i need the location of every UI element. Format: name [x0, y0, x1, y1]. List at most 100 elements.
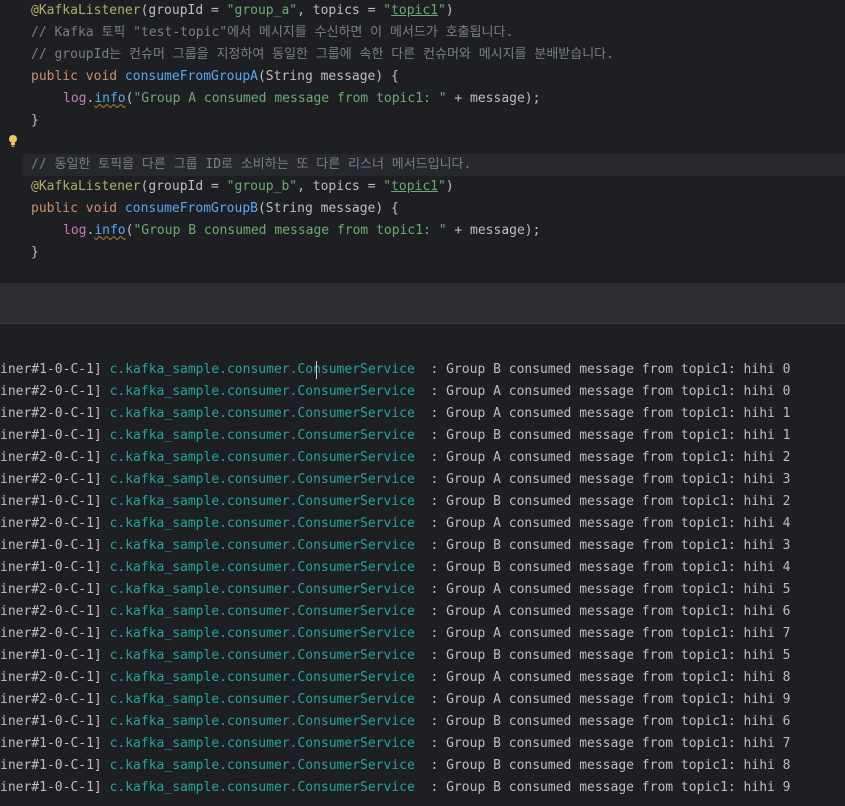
log-thread: iner#1-0-C-1] — [0, 560, 102, 575]
method-name[interactable]: consumeFromGroupB — [125, 201, 258, 216]
log-message: : Group B consumed message from topic1: … — [422, 780, 791, 795]
log-row: iner#1-0-C-1] c.kafka_sample.consumer.Co… — [0, 557, 791, 579]
panel-divider — [0, 283, 845, 323]
topic-link[interactable]: topic1 — [391, 179, 438, 194]
string-literal: " — [438, 179, 446, 194]
log-logger[interactable]: c.kafka_sample.consumer.ConsumerService — [110, 780, 415, 795]
log-message: : Group A consumed message from topic1: … — [422, 626, 791, 641]
log-thread: iner#2-0-C-1] — [0, 692, 102, 707]
log-thread: iner#1-0-C-1] — [0, 780, 102, 795]
string-literal: "Group B consumed message from topic1: " — [133, 223, 447, 238]
log-thread: iner#2-0-C-1] — [0, 406, 102, 421]
log-thread: iner#2-0-C-1] — [0, 626, 102, 641]
log-logger[interactable]: c.kafka_sample.consumer.ConsumerService — [110, 384, 415, 399]
log-row: iner#1-0-C-1] c.kafka_sample.consumer.Co… — [0, 425, 791, 447]
code-brace: } — [31, 245, 39, 260]
method-name[interactable]: consumeFromGroupA — [125, 69, 258, 84]
code-text: + message); — [446, 91, 541, 106]
string-literal: "group_b" — [226, 179, 298, 194]
code-line-4: public void consumeFromGroupA(String mes… — [31, 66, 399, 88]
code-comment: // 동일한 토픽을 다른 그룹 ID로 소비하는 또 다른 리스너 메서드입니… — [31, 157, 472, 172]
log-logger[interactable]: c.kafka_sample.consumer.ConsumerService — [110, 736, 415, 751]
log-logger[interactable]: c.kafka_sample.consumer.ConsumerService — [110, 626, 415, 641]
log-thread: iner#1-0-C-1] — [0, 428, 102, 443]
lightbulb-icon[interactable] — [8, 134, 18, 148]
log-logger[interactable]: c.kafka_sample.consumer.ConsumerService — [110, 758, 415, 773]
log-logger[interactable]: c.kafka_sample.consumer.ConsumerService — [110, 472, 415, 487]
log-row: iner#2-0-C-1] c.kafka_sample.consumer.Co… — [0, 689, 791, 711]
log-message: : Group B consumed message from topic1: … — [422, 758, 791, 773]
log-row: iner#2-0-C-1] c.kafka_sample.consumer.Co… — [0, 579, 791, 601]
log-thread: iner#2-0-C-1] — [0, 450, 102, 465]
log-message: : Group B consumed message from topic1: … — [422, 736, 791, 751]
string-literal: " — [438, 3, 446, 18]
log-row: iner#1-0-C-1] c.kafka_sample.consumer.Co… — [0, 359, 791, 381]
log-thread: iner#2-0-C-1] — [0, 604, 102, 619]
code-line-5: log.info("Group A consumed message from … — [63, 88, 540, 110]
log-message: : Group A consumed message from topic1: … — [422, 472, 791, 487]
log-row: iner#2-0-C-1] c.kafka_sample.consumer.Co… — [0, 381, 791, 403]
log-row: iner#1-0-C-1] c.kafka_sample.consumer.Co… — [0, 711, 791, 733]
log-row: iner#2-0-C-1] c.kafka_sample.consumer.Co… — [0, 447, 791, 469]
log-logger[interactable]: c.kafka_sample.consumer.ConsumerService — [110, 362, 415, 377]
string-literal: "Group A consumed message from topic1: " — [133, 91, 447, 106]
log-message: : Group A consumed message from topic1: … — [422, 406, 791, 421]
code-line-10: log.info("Group B consumed message from … — [63, 220, 540, 242]
log-logger[interactable]: c.kafka_sample.consumer.ConsumerService — [110, 516, 415, 531]
log-thread: iner#1-0-C-1] — [0, 648, 102, 663]
log-logger[interactable]: c.kafka_sample.consumer.ConsumerService — [110, 692, 415, 707]
log-logger[interactable]: c.kafka_sample.consumer.ConsumerService — [110, 670, 415, 685]
log-row: iner#2-0-C-1] c.kafka_sample.consumer.Co… — [0, 601, 791, 623]
log-thread: iner#2-0-C-1] — [0, 582, 102, 597]
code-text: ) — [445, 3, 454, 18]
log-thread: iner#1-0-C-1] — [0, 714, 102, 729]
topic-link[interactable]: topic1 — [391, 3, 438, 18]
log-thread: iner#1-0-C-1] — [0, 494, 102, 509]
log-thread: iner#2-0-C-1] — [0, 472, 102, 487]
log-logger[interactable]: c.kafka_sample.consumer.ConsumerService — [110, 560, 415, 575]
log-row: iner#1-0-C-1] c.kafka_sample.consumer.Co… — [0, 535, 791, 557]
log-row: iner#2-0-C-1] c.kafka_sample.consumer.Co… — [0, 667, 791, 689]
log-logger[interactable]: c.kafka_sample.consumer.ConsumerService — [110, 450, 415, 465]
log-logger[interactable]: c.kafka_sample.consumer.ConsumerService — [110, 494, 415, 509]
code-text: ) — [445, 179, 454, 194]
log-message: : Group B consumed message from topic1: … — [422, 428, 791, 443]
log-message: : Group A consumed message from topic1: … — [422, 384, 791, 399]
annotation: @KafkaListener — [31, 3, 141, 18]
annotation: @KafkaListener — [31, 179, 141, 194]
keyword: public void — [31, 69, 125, 84]
log-logger[interactable]: c.kafka_sample.consumer.ConsumerService — [110, 406, 415, 421]
string-literal: " — [383, 3, 392, 18]
log-message: : Group B consumed message from topic1: … — [422, 714, 791, 729]
code-brace: } — [31, 113, 39, 128]
log-logger[interactable]: c.kafka_sample.consumer.ConsumerService — [110, 582, 415, 597]
log-message: : Group B consumed message from topic1: … — [422, 648, 791, 663]
code-editor[interactable]: @KafkaListener(groupId = "group_a", topi… — [0, 0, 845, 283]
log-message: : Group B consumed message from topic1: … — [422, 362, 791, 377]
method-call[interactable]: info — [94, 223, 125, 238]
log-message: : Group B consumed message from topic1: … — [422, 494, 791, 509]
log-thread: iner#1-0-C-1] — [0, 736, 102, 751]
log-row: iner#1-0-C-1] c.kafka_sample.consumer.Co… — [0, 491, 791, 513]
log-thread: iner#1-0-C-1] — [0, 758, 102, 773]
log-thread: iner#1-0-C-1] — [0, 362, 102, 377]
log-message: : Group A consumed message from topic1: … — [422, 670, 791, 685]
log-message: : Group A consumed message from topic1: … — [422, 450, 791, 465]
console-output[interactable]: iner#1-0-C-1] c.kafka_sample.consumer.Co… — [0, 359, 845, 806]
log-row: iner#2-0-C-1] c.kafka_sample.consumer.Co… — [0, 623, 791, 645]
log-logger[interactable]: c.kafka_sample.consumer.ConsumerService — [110, 604, 415, 619]
code-line-8: @KafkaListener(groupId = "group_b", topi… — [31, 176, 454, 198]
log-thread: iner#2-0-C-1] — [0, 384, 102, 399]
log-logger[interactable]: c.kafka_sample.consumer.ConsumerService — [110, 538, 415, 553]
console-toolbar — [0, 323, 845, 360]
log-row: iner#2-0-C-1] c.kafka_sample.consumer.Co… — [0, 469, 791, 491]
log-logger[interactable]: c.kafka_sample.consumer.ConsumerService — [110, 714, 415, 729]
keyword: public void — [31, 201, 125, 216]
log-thread: iner#2-0-C-1] — [0, 670, 102, 685]
log-message: : Group B consumed message from topic1: … — [422, 560, 791, 575]
log-logger[interactable]: c.kafka_sample.consumer.ConsumerService — [110, 648, 415, 663]
text-caret — [316, 361, 317, 379]
log-logger[interactable]: c.kafka_sample.consumer.ConsumerService — [110, 428, 415, 443]
field-ref: log — [63, 223, 87, 238]
method-call[interactable]: info — [94, 91, 125, 106]
